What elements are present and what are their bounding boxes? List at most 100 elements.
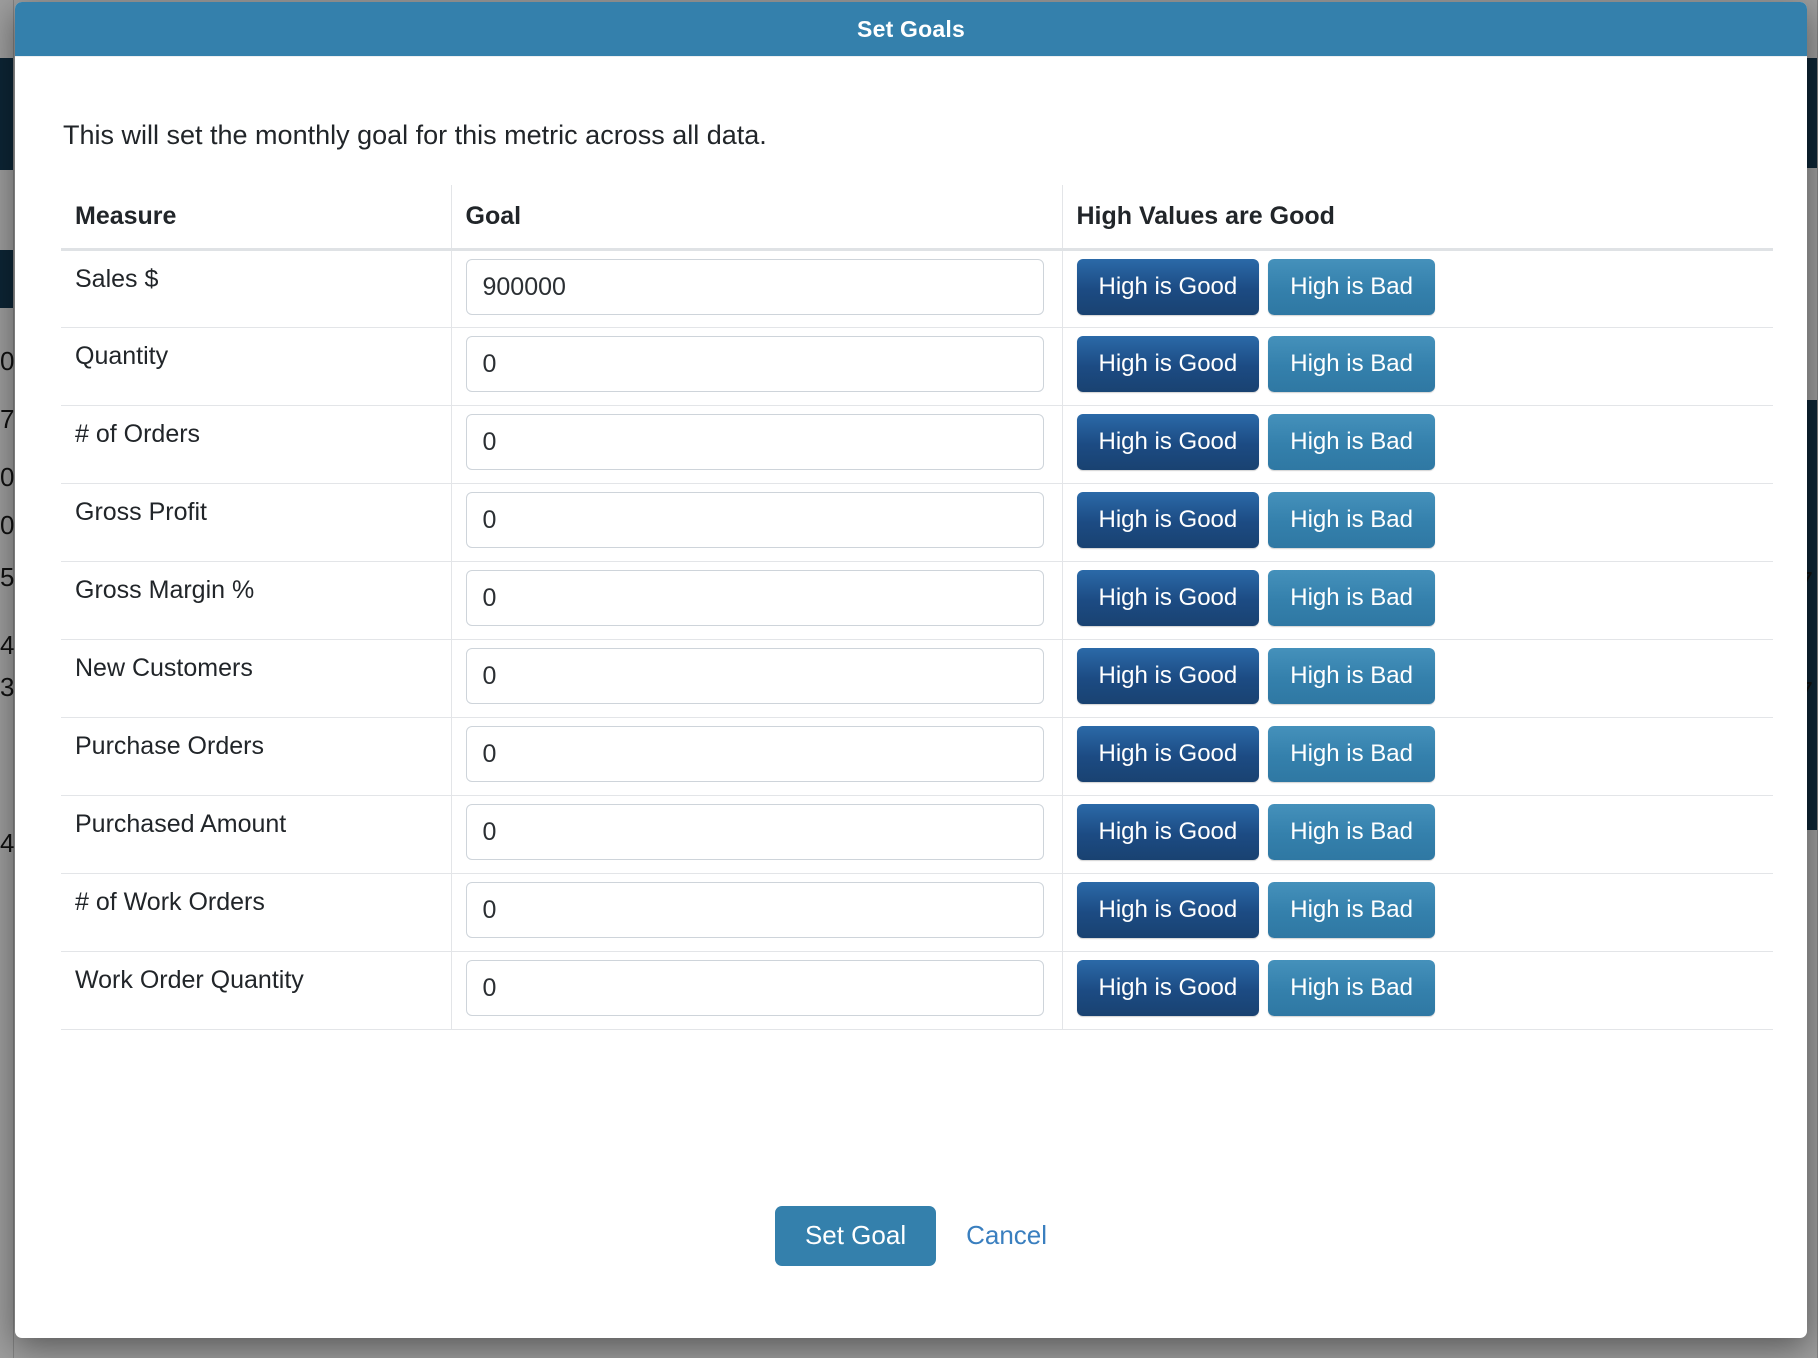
measure-label: Gross Profit: [61, 484, 451, 527]
measure-label: New Customers: [61, 640, 451, 683]
measure-label: Sales $: [61, 251, 451, 294]
flag-button-group: High is GoodHigh is Bad: [1063, 952, 1774, 1016]
goal-input[interactable]: [466, 414, 1044, 470]
high-is-bad-button[interactable]: High is Bad: [1268, 882, 1435, 938]
high-values-cell: High is GoodHigh is Bad: [1062, 484, 1773, 562]
high-is-bad-button[interactable]: High is Bad: [1268, 492, 1435, 548]
high-is-good-button[interactable]: High is Good: [1077, 726, 1260, 782]
goal-input-wrapper: [452, 874, 1062, 938]
goal-cell: [451, 328, 1062, 406]
high-is-bad-button[interactable]: High is Bad: [1268, 804, 1435, 860]
dialog-footer: Set Goal Cancel: [15, 1143, 1807, 1338]
table-row: Purchase Orders High is GoodHigh is Bad: [61, 718, 1773, 796]
high-is-good-button[interactable]: High is Good: [1077, 570, 1260, 626]
table-row: # of Work Orders High is GoodHigh is Bad: [61, 874, 1773, 952]
goal-input[interactable]: [466, 960, 1044, 1016]
high-is-bad-button[interactable]: High is Bad: [1268, 726, 1435, 782]
goal-cell: [451, 640, 1062, 718]
measure-cell: Quantity: [61, 328, 451, 406]
flag-button-group: High is GoodHigh is Bad: [1063, 640, 1774, 704]
goals-table: Measure Goal High Values are Good Sales …: [61, 185, 1773, 1030]
goal-input-wrapper: [452, 640, 1062, 704]
measure-label: Gross Margin %: [61, 562, 451, 605]
high-values-cell: High is GoodHigh is Bad: [1062, 250, 1773, 328]
high-is-good-button[interactable]: High is Good: [1077, 414, 1260, 470]
table-row: Gross Margin % High is GoodHigh is Bad: [61, 562, 1773, 640]
column-header-high-values-are-good: High Values are Good: [1062, 185, 1773, 250]
goal-input-wrapper: [452, 406, 1062, 470]
dialog-title-bar: Set Goals: [15, 2, 1807, 57]
measure-cell: Gross Profit: [61, 484, 451, 562]
flag-button-group: High is GoodHigh is Bad: [1063, 874, 1774, 938]
table-row: # of Orders High is GoodHigh is Bad: [61, 406, 1773, 484]
high-is-bad-button[interactable]: High is Bad: [1268, 570, 1435, 626]
column-header-measure: Measure: [61, 185, 451, 250]
high-is-good-button[interactable]: High is Good: [1077, 336, 1260, 392]
goal-input[interactable]: [466, 648, 1044, 704]
goal-input-wrapper: [452, 251, 1062, 315]
goal-input[interactable]: [466, 882, 1044, 938]
goal-input-wrapper: [452, 952, 1062, 1016]
table-header-row: Measure Goal High Values are Good: [61, 185, 1773, 250]
dialog-body: This will set the monthly goal for this …: [15, 57, 1807, 1143]
table-row: Gross Profit High is GoodHigh is Bad: [61, 484, 1773, 562]
high-is-good-button[interactable]: High is Good: [1077, 259, 1260, 315]
goal-input[interactable]: [466, 259, 1044, 315]
high-is-bad-button[interactable]: High is Bad: [1268, 414, 1435, 470]
goal-input[interactable]: [466, 492, 1044, 548]
goal-cell: [451, 796, 1062, 874]
goal-cell: [451, 562, 1062, 640]
measure-cell: Purchased Amount: [61, 796, 451, 874]
high-is-good-button[interactable]: High is Good: [1077, 648, 1260, 704]
goal-input-wrapper: [452, 562, 1062, 626]
measure-cell: # of Work Orders: [61, 874, 451, 952]
high-is-bad-button[interactable]: High is Bad: [1268, 259, 1435, 315]
goal-cell: [451, 952, 1062, 1030]
high-is-bad-button[interactable]: High is Bad: [1268, 960, 1435, 1016]
high-values-cell: High is GoodHigh is Bad: [1062, 796, 1773, 874]
goal-input[interactable]: [466, 336, 1044, 392]
goal-input[interactable]: [466, 570, 1044, 626]
goal-input[interactable]: [466, 726, 1044, 782]
high-values-cell: High is GoodHigh is Bad: [1062, 874, 1773, 952]
goals-table-body: Sales $High is GoodHigh is BadQuantityHi…: [61, 250, 1773, 1030]
high-values-cell: High is GoodHigh is Bad: [1062, 718, 1773, 796]
high-is-bad-button[interactable]: High is Bad: [1268, 648, 1435, 704]
measure-label: Purchase Orders: [61, 718, 451, 761]
high-values-cell: High is GoodHigh is Bad: [1062, 640, 1773, 718]
table-row: Purchased Amount High is GoodHigh is Bad: [61, 796, 1773, 874]
table-row: Work Order QuantityHigh is GoodHigh is B…: [61, 952, 1773, 1030]
high-is-good-button[interactable]: High is Good: [1077, 960, 1260, 1016]
cancel-link[interactable]: Cancel: [966, 1220, 1047, 1251]
goal-cell: [451, 718, 1062, 796]
goal-input-wrapper: [452, 484, 1062, 548]
page-title: Set Goals: [857, 16, 965, 43]
table-row: Sales $ High is GoodHigh is Bad: [61, 250, 1773, 328]
measure-cell: Gross Margin %: [61, 562, 451, 640]
flag-button-group: High is GoodHigh is Bad: [1063, 796, 1774, 860]
measure-label: Quantity: [61, 328, 451, 371]
goals-table-head: Measure Goal High Values are Good: [61, 185, 1773, 250]
set-goal-button[interactable]: Set Goal: [775, 1206, 936, 1266]
goal-cell: [451, 406, 1062, 484]
high-is-good-button[interactable]: High is Good: [1077, 804, 1260, 860]
measure-cell: Purchase Orders: [61, 718, 451, 796]
high-is-good-button[interactable]: High is Good: [1077, 882, 1260, 938]
goal-input-wrapper: [452, 796, 1062, 860]
high-values-cell: High is GoodHigh is Bad: [1062, 328, 1773, 406]
measure-cell: New Customers: [61, 640, 451, 718]
measure-label: # of Orders: [61, 406, 451, 449]
high-values-cell: High is GoodHigh is Bad: [1062, 952, 1773, 1030]
flag-button-group: High is GoodHigh is Bad: [1063, 328, 1774, 392]
high-is-bad-button[interactable]: High is Bad: [1268, 336, 1435, 392]
goal-cell: [451, 484, 1062, 562]
measure-cell: Sales $: [61, 250, 451, 328]
high-is-good-button[interactable]: High is Good: [1077, 492, 1260, 548]
high-values-cell: High is GoodHigh is Bad: [1062, 562, 1773, 640]
table-row: New Customers High is GoodHigh is Bad: [61, 640, 1773, 718]
goal-input-wrapper: [452, 328, 1062, 392]
goal-input[interactable]: [466, 804, 1044, 860]
measure-cell: # of Orders: [61, 406, 451, 484]
column-header-goal: Goal: [451, 185, 1062, 250]
table-row: Quantity High is GoodHigh is Bad: [61, 328, 1773, 406]
